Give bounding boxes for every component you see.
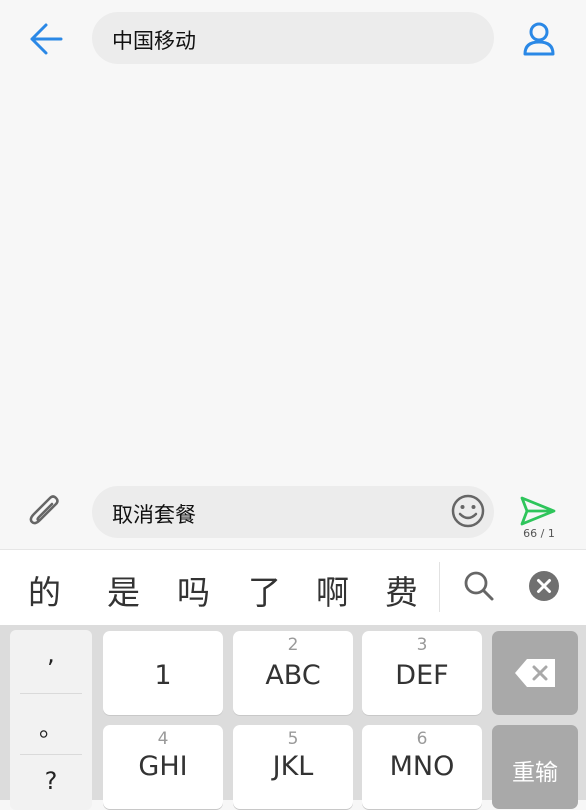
send-button[interactable] (518, 494, 558, 528)
backspace-key[interactable] (492, 631, 578, 715)
candidate-word[interactable]: 了 (248, 566, 281, 614)
send-icon (520, 496, 556, 526)
candidate-word[interactable]: 的 (28, 566, 61, 614)
contact-button[interactable] (520, 20, 558, 60)
key-2-abc[interactable]: 2 ABC (233, 631, 353, 715)
recipient-field[interactable]: 中国移动 (92, 12, 494, 64)
key-3-def[interactable]: 3 DEF (362, 631, 482, 715)
candidate-divider (439, 562, 440, 612)
back-arrow-icon (30, 23, 63, 55)
message-text: 取消套餐 (112, 503, 196, 527)
candidate-word[interactable]: 吗 (177, 566, 210, 614)
close-icon (529, 571, 559, 601)
candidate-word[interactable]: 啊 (316, 566, 349, 614)
candidate-word[interactable]: 是 (107, 566, 140, 614)
key-label: GHI (138, 751, 188, 782)
punct-divider (20, 693, 82, 694)
key-6-mno[interactable]: 6 MNO (362, 725, 482, 809)
key-label: JKL (272, 751, 314, 782)
back-button[interactable] (28, 22, 64, 56)
key-label: DEF (395, 660, 449, 691)
contact-icon (523, 22, 555, 56)
punct-divider (20, 754, 82, 755)
key-number: 5 (287, 729, 299, 749)
key-number: 4 (157, 729, 169, 749)
paperclip-icon (29, 495, 59, 525)
retype-label: 重输 (512, 760, 558, 786)
close-button[interactable] (528, 570, 560, 602)
emoji-icon (451, 494, 485, 528)
message-input[interactable]: 取消套餐 (92, 486, 494, 538)
punctuation-column: , 。 ? (10, 630, 92, 810)
search-button[interactable] (462, 569, 496, 603)
punct-key[interactable]: ? (10, 767, 92, 795)
punct-key[interactable]: 。 (10, 708, 92, 743)
backspace-icon (515, 659, 555, 687)
key-4-ghi[interactable]: 4 GHI (103, 725, 223, 809)
search-icon (464, 571, 494, 601)
emoji-button[interactable] (450, 493, 486, 529)
key-number: 3 (416, 635, 428, 655)
key-number: 2 (287, 635, 299, 655)
candidate-word[interactable]: 费 (385, 566, 418, 614)
key-label: MNO (389, 751, 455, 782)
punct-key[interactable]: , (10, 640, 92, 668)
key-label: ABC (265, 660, 321, 691)
candidate-bar: 的 是 吗 了 啊 费 (0, 549, 586, 626)
retype-key[interactable]: 重输 (492, 725, 578, 809)
key-label: 1 (154, 660, 172, 691)
key-number: 6 (416, 729, 428, 749)
attach-button[interactable] (26, 494, 66, 530)
key-5-jkl[interactable]: 5 JKL (233, 725, 353, 809)
recipient-name: 中国移动 (112, 29, 196, 53)
message-counter: 66 / 1 (523, 527, 555, 540)
key-1[interactable]: 1 (103, 631, 223, 715)
